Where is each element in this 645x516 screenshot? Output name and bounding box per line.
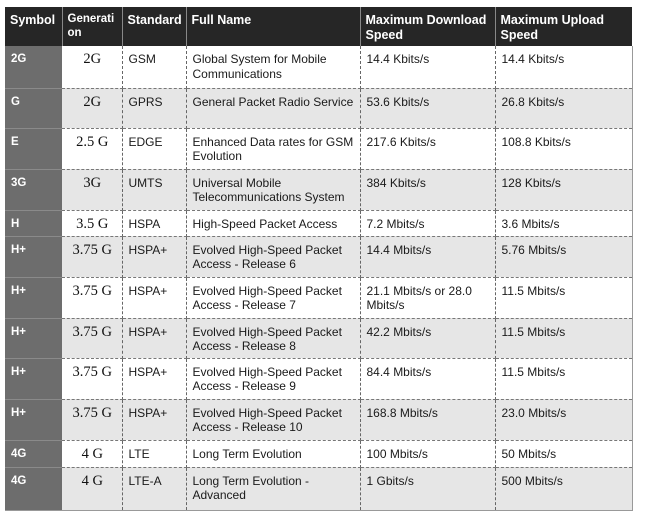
symbol-cell: H+ [5, 277, 62, 319]
standard-cell: LTE [122, 440, 187, 468]
standard-cell: GSM [122, 46, 187, 89]
full-name-cell: General Packet Radio Service [186, 88, 361, 129]
full-name-cell: Evolved High-Speed Packet Access - Relea… [186, 358, 361, 400]
table-row: G 2G GPRS General Packet Radio Service 53.6 … [5, 88, 633, 129]
full-name-cell: Evolved High-Speed Packet Access - Relea… [186, 277, 361, 319]
table-row: H+ 3.75 G HSPA+ Evolved High-Speed Packet A… [5, 318, 633, 359]
table-row: E 2.5 G EDGE Enhanced Data rates for GSM Ev… [5, 128, 633, 170]
upload-speed-cell: 500 Mbits/s [495, 467, 633, 511]
mobile-network-standards-table: Symbol Generation Standard Full Name Max… [5, 7, 633, 511]
generation-cell: 3.75 G [62, 318, 123, 359]
standard-cell: HSPA+ [122, 358, 187, 400]
symbol-cell: 2G [5, 46, 62, 89]
full-name-cell: Enhanced Data rates for GSM Evolution [186, 128, 361, 170]
header-standard: Standard [122, 7, 187, 46]
standard-cell: HSPA+ [122, 277, 187, 319]
generation-cell: 4 G [62, 440, 123, 468]
full-name-cell: Evolved High-Speed Packet Access - Relea… [186, 399, 361, 441]
generation-cell: 3.5 G [62, 210, 123, 237]
upload-speed-cell: 5.76 Mbits/s [495, 236, 633, 278]
standard-cell: HSPA+ [122, 236, 187, 278]
standard-cell: UMTS [122, 169, 187, 211]
symbol-cell: H+ [5, 399, 62, 441]
symbol-cell: H [5, 210, 62, 237]
table-row: H+ 3.75 G HSPA+ Evolved High-Speed Packet A… [5, 358, 633, 400]
upload-speed-cell: 23.0 Mbits/s [495, 399, 633, 441]
generation-cell: 3.75 G [62, 399, 123, 441]
download-speed-cell: 84.4 Mbits/s [360, 358, 496, 400]
upload-speed-cell: 108.8 Kbits/s [495, 128, 633, 170]
full-name-cell: Global System for Mobile Communications [186, 46, 361, 89]
standard-cell: GPRS [122, 88, 187, 129]
download-speed-cell: 168.8 Mbits/s [360, 399, 496, 441]
generation-cell: 2G [62, 88, 123, 129]
standard-cell: HSPA+ [122, 318, 187, 359]
download-speed-cell: 1 Gbits/s [360, 467, 496, 511]
standard-cell: HSPA+ [122, 399, 187, 441]
generation-cell: 4 G [62, 467, 123, 511]
download-speed-cell: 384 Kbits/s [360, 169, 496, 211]
download-speed-cell: 100 Mbits/s [360, 440, 496, 468]
table-row: H+ 3.75 G HSPA+ Evolved High-Speed Packet A… [5, 236, 633, 278]
download-speed-cell: 53.6 Kbits/s [360, 88, 496, 129]
header-max-download: Maximum Download Speed [360, 7, 496, 46]
symbol-cell: 3G [5, 169, 62, 211]
upload-speed-cell: 128 Kbits/s [495, 169, 633, 211]
table-row: 3G 3G UMTS Universal Mobile Telecommunicati… [5, 169, 633, 211]
symbol-cell: G [5, 88, 62, 129]
full-name-cell: Long Term Evolution [186, 440, 361, 468]
download-speed-cell: 14.4 Mbits/s [360, 236, 496, 278]
symbol-cell: 4G [5, 467, 62, 511]
header-max-upload: Maximum Upload Speed [495, 7, 632, 46]
standard-cell: HSPA [122, 210, 187, 237]
download-speed-cell: 217.6 Kbits/s [360, 128, 496, 170]
generation-cell: 2G [62, 46, 123, 89]
upload-speed-cell: 11.5 Mbits/s [495, 318, 633, 359]
generation-cell: 3.75 G [62, 277, 123, 319]
download-speed-cell: 42.2 Mbits/s [360, 318, 496, 359]
full-name-cell: Evolved High-Speed Packet Access - Relea… [186, 236, 361, 278]
upload-speed-cell: 3.6 Mbits/s [495, 210, 633, 237]
generation-cell: 3G [62, 169, 123, 211]
full-name-cell: High-Speed Packet Access [186, 210, 361, 237]
table-row: 4G 4 G LTE Long Term Evolution 100 Mbits/s 50… [5, 440, 633, 468]
header-generation: Generation [62, 7, 123, 46]
download-speed-cell: 21.1 Mbits/s or 28.0 Mbits/s [360, 277, 496, 319]
full-name-cell: Long Term Evolution - Advanced [186, 467, 361, 511]
table-row: 4G 4 G LTE-A Long Term Evolution - Advanced… [5, 467, 633, 511]
upload-speed-cell: 14.4 Kbits/s [495, 46, 633, 89]
standard-cell: LTE-A [122, 467, 187, 511]
table-row: H 3.5 G HSPA High-Speed Packet Access 7.2 Mb… [5, 210, 633, 237]
symbol-cell: H+ [5, 358, 62, 400]
symbol-cell: H+ [5, 236, 62, 278]
header-symbol: Symbol [5, 7, 63, 46]
header-full-name: Full Name [186, 7, 361, 46]
generation-cell: 3.75 G [62, 236, 123, 278]
download-speed-cell: 14.4 Kbits/s [360, 46, 496, 89]
table-row: H+ 3.75 G HSPA+ Evolved High-Speed Packet A… [5, 399, 633, 441]
table-row: 2G 2G GSM Global System for Mobile Communic… [5, 46, 633, 89]
symbol-cell: H+ [5, 318, 62, 359]
full-name-cell: Evolved High-Speed Packet Access - Relea… [186, 318, 361, 359]
symbol-cell: E [5, 128, 62, 170]
standard-cell: EDGE [122, 128, 187, 170]
generation-cell: 2.5 G [62, 128, 123, 170]
upload-speed-cell: 11.5 Mbits/s [495, 277, 633, 319]
table-row: H+ 3.75 G HSPA+ Evolved High-Speed Packet A… [5, 277, 633, 319]
symbol-cell: 4G [5, 440, 62, 468]
upload-speed-cell: 50 Mbits/s [495, 440, 633, 468]
upload-speed-cell: 26.8 Kbits/s [495, 88, 633, 129]
header-row: Symbol Generation Standard Full Name Max… [5, 7, 632, 46]
full-name-cell: Universal Mobile Telecommunications Syst… [186, 169, 361, 211]
upload-speed-cell: 11.5 Mbits/s [495, 358, 633, 400]
generation-cell: 3.75 G [62, 358, 123, 400]
download-speed-cell: 7.2 Mbits/s [360, 210, 496, 237]
